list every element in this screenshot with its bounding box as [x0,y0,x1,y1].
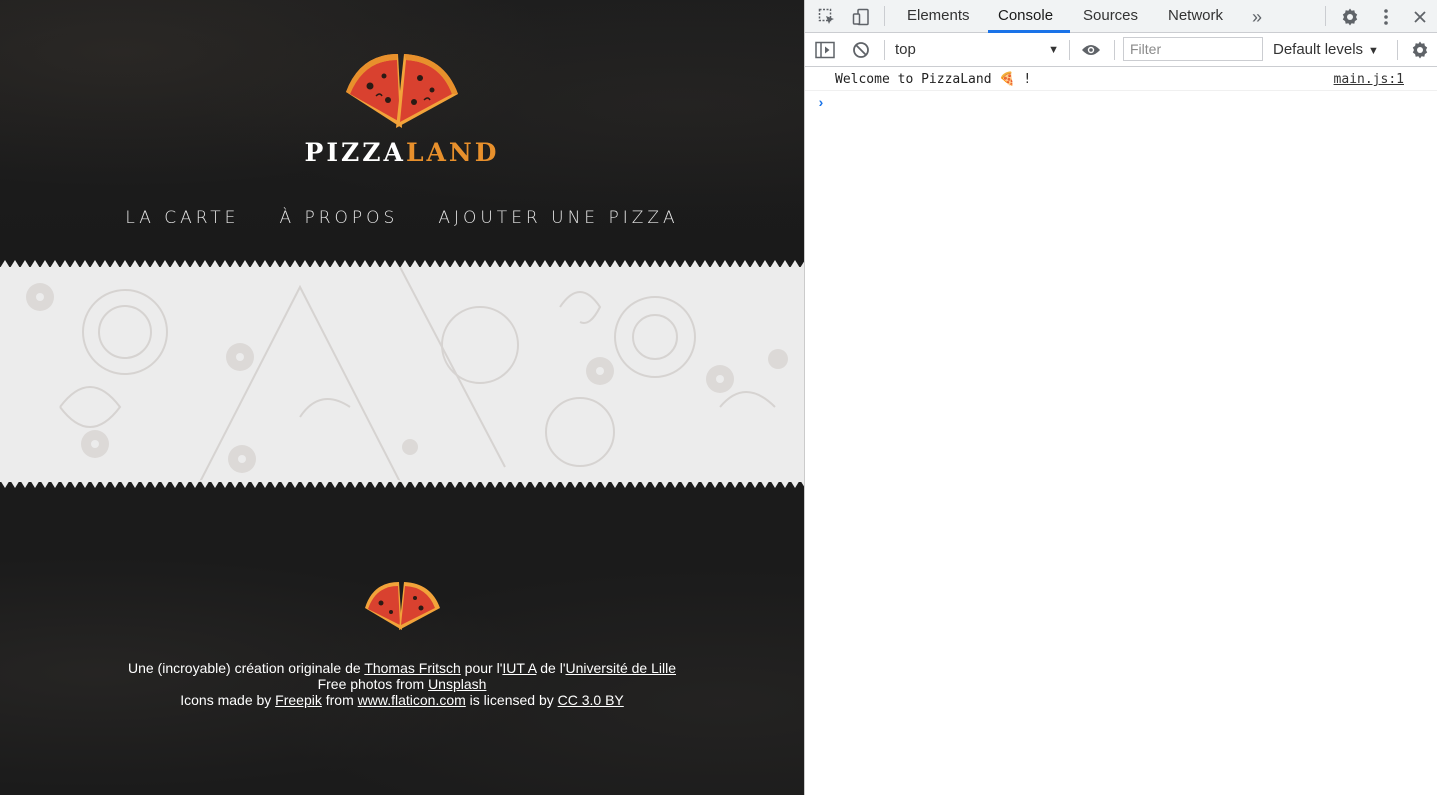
pizza-pattern-band [0,267,804,482]
context-value: top [895,41,916,58]
footer-pizza-icon [365,582,440,630]
console-output: Welcome to PizzaLand 🍕 ! main.js:1 › [805,67,1437,795]
tab-console[interactable]: Console [998,0,1053,32]
tab-network[interactable]: Network [1168,0,1223,32]
toolbar-divider [1114,40,1115,60]
unsplash-link[interactable]: Unsplash [428,676,486,692]
toolbar-divider [1397,40,1398,60]
console-toolbar: top ▼ Default levels ▼ [805,33,1437,67]
credits-text: de l' [536,660,566,676]
log-message: Welcome to PizzaLand 🍕 ! [835,72,1032,87]
toolbar-divider [884,40,885,60]
school-link[interactable]: IUT A [502,660,536,676]
console-filter-input[interactable] [1123,37,1263,61]
credits-line-1: Une (incroyable) création originale de T… [0,660,804,676]
console-log-row: Welcome to PizzaLand 🍕 ! main.js:1 [805,67,1437,91]
credits-text: from [321,692,358,708]
site-title-part2: LAND [405,138,500,167]
author-link[interactable]: Thomas Fritsch [364,660,460,676]
license-link[interactable]: CC 3.0 BY [558,692,624,708]
log-levels-dropdown[interactable]: Default levels ▼ [1273,40,1391,60]
tab-sources[interactable]: Sources [1083,0,1138,32]
zigzag-bottom-divider [0,480,804,488]
freepik-link[interactable]: Freepik [275,692,322,708]
credits-text: is licensed by [465,692,558,708]
more-options-icon[interactable] [1374,5,1398,29]
pizza-doodle-pattern [26,267,788,482]
credits-line-3: Icons made by Freepik from www.flaticon.… [0,692,804,708]
toolbar-divider [884,6,885,26]
nav-ajouter-pizza[interactable]: AJOUTER UNE PIZZA [438,208,678,228]
credits-text: Une (incroyable) création originale de [127,660,365,676]
settings-gear-icon[interactable] [1338,5,1362,29]
credits-text: Free photos from [317,676,429,692]
live-expression-eye-icon[interactable] [1079,39,1103,61]
website-pane: PIZZALAND LA CARTE À PROPOS AJOUTER UNE … [0,0,804,795]
site-title: PIZZALAND [0,138,804,167]
credits-line-2: Free photos from Unsplash [0,676,804,692]
university-link[interactable]: Université de Lille [566,660,677,676]
nav-a-propos[interactable]: À PROPOS [279,208,398,228]
credits-text: pour l' [460,660,503,676]
devtools-tabbar: Elements Console Sources Network » [805,0,1437,33]
dropdown-arrow-icon: ▼ [1048,44,1059,56]
pizzaland-logo[interactable] [340,48,462,130]
show-console-sidebar-icon[interactable] [814,40,836,60]
main-nav: LA CARTE À PROPOS AJOUTER UNE PIZZA [0,208,804,228]
console-prompt[interactable]: › [805,92,1437,114]
tab-elements[interactable]: Elements [907,0,970,32]
flaticon-link[interactable]: www.flaticon.com [358,692,466,708]
site-header: PIZZALAND LA CARTE À PROPOS AJOUTER UNE … [0,0,804,262]
toolbar-divider [1325,6,1326,26]
site-title-part1: PIZZA [304,138,406,167]
log-levels-label: Default levels [1273,41,1364,58]
inspect-element-icon[interactable] [815,6,839,28]
credits-text: Icons made by [180,692,276,708]
devtools-panel: Elements Console Sources Network » top ▼ [804,0,1437,795]
dropdown-arrow-icon: ▼ [1368,45,1379,57]
more-tabs-icon[interactable]: » [1245,6,1269,28]
prompt-chevron-icon: › [818,94,824,110]
footer-credits: Une (incroyable) création originale de T… [0,660,804,708]
console-settings-gear-icon[interactable] [1408,38,1432,62]
log-source-link[interactable]: main.js:1 [1334,72,1404,87]
site-footer: Une (incroyable) création originale de T… [0,490,804,795]
toolbar-divider [1069,40,1070,60]
context-selector[interactable]: top ▼ [895,40,1065,60]
clear-console-icon[interactable] [850,40,872,60]
device-toolbar-icon[interactable] [849,6,873,28]
nav-la-carte[interactable]: LA CARTE [125,208,239,228]
close-devtools-icon[interactable] [1408,5,1432,29]
